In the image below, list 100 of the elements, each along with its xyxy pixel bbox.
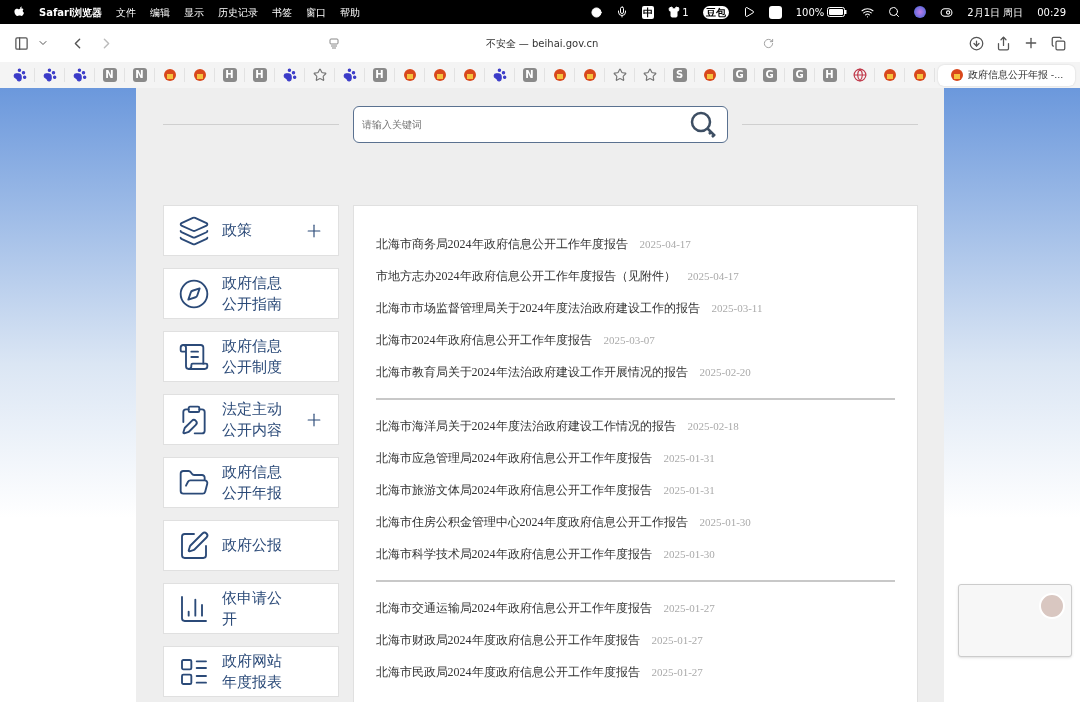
avatar <box>1039 593 1065 619</box>
news-date: 2025-01-31 <box>663 450 715 466</box>
news-date: 2025-01-27 <box>663 600 715 616</box>
sidebar-menu-item[interactable]: 政策 <box>162 205 339 256</box>
emblem-icon <box>552 68 567 82</box>
microphone-icon[interactable] <box>616 6 629 18</box>
sidebar-menu-item[interactable]: 政府信息公开指南 <box>162 268 339 319</box>
news-link[interactable]: 北海市交通运输局2024年政府信息公开工作年度报告 <box>375 599 652 617</box>
menu-item[interactable]: 书签 <box>272 4 293 20</box>
news-date: 2025-01-30 <box>663 546 715 562</box>
compass-icon <box>177 277 210 310</box>
sidebar-menu-item[interactable]: 政府信息公开年报 <box>162 457 339 508</box>
news-link[interactable]: 北海市教育局关于2024年法治政府建设工作开展情况的报告 <box>375 363 688 381</box>
favorite-letter-icon: G <box>792 68 807 82</box>
favorite-letter-icon: N <box>102 68 117 82</box>
news-link[interactable]: 北海市海洋局关于2024年度法治政府建设工作情况的报告 <box>375 417 676 435</box>
search-field[interactable]: 请输入关键词 <box>352 106 728 143</box>
favorite-letter-icon: N <box>522 68 537 82</box>
screenshot-thumbnail[interactable] <box>958 584 1072 657</box>
news-link[interactable]: 北海市科学技术局2024年政府信息公开工作年度报告 <box>375 545 652 563</box>
news-date: 2025-02-20 <box>699 364 751 380</box>
news-link[interactable]: 北海市住房公积金管理中心2024年度政府信息公开工作报告 <box>375 513 688 531</box>
app-menu[interactable]: Safari浏览器 <box>39 4 103 20</box>
paw-icon <box>72 68 87 82</box>
sidebar-menu-item[interactable]: 政府网站年度报表 <box>162 646 339 697</box>
menu-bar-date[interactable]: 2月1日 周日 <box>967 4 1024 20</box>
tabs-overview-icon[interactable] <box>1051 35 1066 51</box>
emblem-icon <box>949 68 964 82</box>
menu-item[interactable]: 文件 <box>116 4 137 20</box>
apple-logo-icon[interactable] <box>14 5 25 19</box>
news-date: 2025-03-07 <box>603 332 655 348</box>
news-link[interactable]: 北海市民政局2024年度政府信息公开工作年度报告 <box>375 663 640 681</box>
news-link[interactable]: 北海市应急管理局2024年政府信息公开工作年度报告 <box>375 449 652 467</box>
sidebar-menu-item[interactable]: 政府信息公开制度 <box>162 331 339 382</box>
paw-icon <box>492 68 507 82</box>
menu-item[interactable]: 帮助 <box>340 4 361 20</box>
news-date: 2025-04-17 <box>639 236 691 252</box>
favorite-letter-icon: N <box>132 68 147 82</box>
news-link[interactable]: 北海市市场监督管理局关于2024年度法治政府建设工作的报告 <box>375 299 700 317</box>
news-link[interactable]: 市地方志办2024年政府信息公开工作年度报告（见附件） <box>375 267 676 285</box>
menu-item[interactable]: 显示 <box>184 4 205 20</box>
menu-item[interactable]: 编辑 <box>150 4 171 20</box>
paw-icon <box>42 68 57 82</box>
sidebar-menu-item[interactable]: 法定主动公开内容 <box>162 394 339 445</box>
news-date: 2025-01-27 <box>651 664 703 680</box>
news-link[interactable]: 北海市旅游文体局2024年政府信息公开工作年度报告 <box>375 481 652 499</box>
download-icon[interactable] <box>969 35 984 51</box>
doubao-status-item[interactable]: 豆包 <box>702 5 729 19</box>
favorite-letter-icon: H <box>372 68 387 82</box>
paw-icon <box>342 68 357 82</box>
favorite-letter-icon: G <box>762 68 777 82</box>
news-date: 2025-01-27 <box>651 632 703 648</box>
sidebar-menu-item[interactable]: 依申请公开 <box>162 583 339 634</box>
shirt-icon[interactable] <box>668 6 681 18</box>
star-icon <box>612 68 627 82</box>
favorite-letter-icon: H <box>822 68 837 82</box>
shirt-count: 1 <box>682 5 689 20</box>
record-icon[interactable] <box>591 6 603 18</box>
emblem-icon <box>882 68 897 82</box>
menu-item[interactable]: 历史记录 <box>218 4 259 20</box>
paw-icon <box>282 68 297 82</box>
wifi-icon[interactable] <box>861 5 875 19</box>
emblem-icon <box>912 68 927 82</box>
address-bar[interactable]: 不安全 — beihai.gov.cn <box>485 35 599 51</box>
news-date: 2025-01-30 <box>699 514 751 530</box>
favorite-letter-icon: H <box>252 68 267 82</box>
star-icon <box>312 68 327 82</box>
layers-icon <box>177 214 210 247</box>
battery-icon[interactable] <box>827 7 848 17</box>
news-link[interactable]: 北海市财政局2024年度政府信息公开工作年度报告 <box>375 631 640 649</box>
sidebar-menu-item[interactable]: 政府公报 <box>162 520 339 571</box>
emblem-icon <box>702 68 717 82</box>
input-method-indicator[interactable]: 中 <box>642 5 655 19</box>
news-link[interactable]: 北海市2024年政府信息公开工作年度报告 <box>375 331 592 349</box>
play-icon[interactable] <box>742 6 755 18</box>
menu-item[interactable]: 窗口 <box>306 4 327 20</box>
emblem-icon <box>162 68 177 82</box>
news-date: 2025-03-11 <box>711 300 763 316</box>
favorite-letter-icon: S <box>672 68 687 82</box>
emblem-icon <box>582 68 597 82</box>
share-icon[interactable] <box>996 35 1011 51</box>
menu-bar-time[interactable]: 00:29 <box>1037 4 1066 20</box>
news-date: 2025-01-31 <box>663 482 715 498</box>
paw-icon <box>12 68 27 82</box>
search-icon[interactable] <box>888 6 901 18</box>
emblem-icon <box>402 68 417 82</box>
new-tab-icon[interactable] <box>1023 35 1039 51</box>
browser-tab[interactable]: 政府信息公开年报 -... <box>938 64 1075 86</box>
star-icon <box>642 68 657 82</box>
news-link[interactable]: 北海市商务局2024年政府信息公开工作年度报告 <box>375 235 628 253</box>
sidebar-toggle-icon[interactable] <box>14 35 29 51</box>
emblem-icon <box>432 68 447 82</box>
siri-icon[interactable] <box>914 6 927 18</box>
control-center-icon[interactable] <box>940 5 954 19</box>
emblem-icon <box>192 68 207 82</box>
news-date: 2025-04-17 <box>687 268 739 284</box>
globe-icon <box>852 68 867 82</box>
favorite-letter-icon: G <box>732 68 747 82</box>
search-input[interactable]: 请输入关键词 <box>361 117 689 132</box>
news-date: 2025-02-18 <box>687 418 739 434</box>
